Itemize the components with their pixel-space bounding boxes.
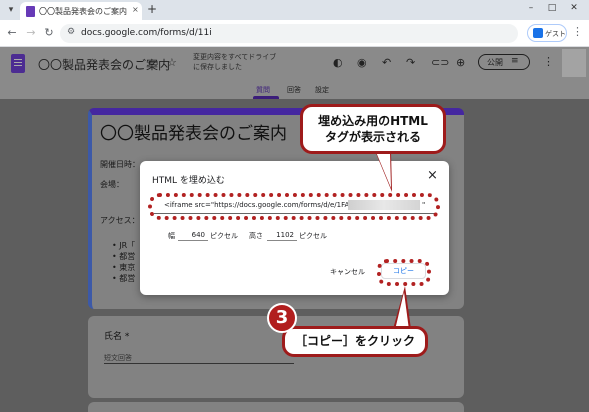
embed-tag-callout: 埋め込み用のHTML タグが表示される <box>300 104 446 154</box>
copy-instruction-callout: ［コピー］をクリック <box>282 326 428 357</box>
step-number-badge: 3 <box>267 303 297 333</box>
callout-line-1: 埋め込み用のHTML <box>318 114 428 128</box>
callout-line-2: タグが表示される <box>324 130 421 144</box>
